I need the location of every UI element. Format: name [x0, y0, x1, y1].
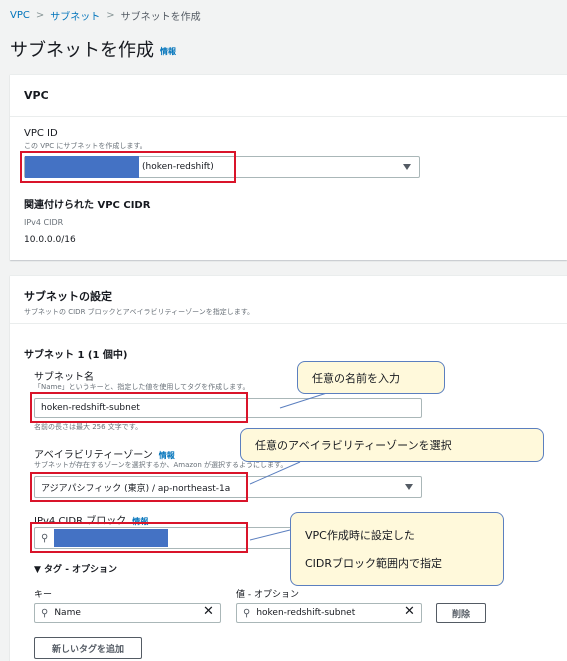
clear-value-icon[interactable]: ✕ — [404, 604, 415, 619]
clear-key-icon[interactable]: ✕ — [203, 604, 214, 619]
tag-value-input[interactable]: ⚲ hoken-redshift-subnet — [236, 603, 422, 623]
highlight-box-vpc — [20, 151, 236, 183]
breadcrumb-subnets[interactable]: サブネット — [50, 8, 100, 23]
chevron-right-icon: > — [35, 10, 45, 21]
tag-key-value: Name — [54, 608, 81, 618]
tag-value-value: hoken-redshift-subnet — [256, 608, 356, 618]
tags-toggle[interactable]: ▼ タグ - オプション — [34, 562, 117, 575]
ipv4-cidr-label: IPv4 CIDR — [24, 218, 64, 227]
subnet-1-title: サブネット 1 (1 個中) — [24, 350, 128, 361]
callout-cidr: VPC作成時に設定した CIDRブロック範囲内で指定 — [290, 512, 504, 586]
vpc-cidr-heading: 関連付けられた VPC CIDR — [24, 200, 151, 211]
subnet-name-label: サブネット名 — [34, 372, 94, 383]
info-link[interactable]: 情報 — [160, 47, 176, 56]
az-info-link[interactable]: 情報 — [159, 451, 175, 460]
highlight-box-az — [30, 472, 248, 502]
ipv4-cidr-value: 10.0.0.0/16 — [24, 235, 76, 245]
chevron-right-icon: > — [106, 10, 115, 21]
callout-name: 任意の名前を入力 — [297, 361, 445, 394]
caret-down-icon — [403, 164, 411, 170]
search-icon: ⚲ — [41, 607, 49, 619]
subnet-panel-title: サブネットの設定 — [24, 290, 112, 303]
subnet-name-description: 「Name」というキーと、指定した値を使用してタグを作成します。 — [34, 383, 250, 391]
breadcrumb-vpc[interactable]: VPC — [10, 10, 30, 21]
tag-key-label: キー — [34, 590, 53, 600]
subnet-name-hint: 名前の長さは最大 256 文字です。 — [34, 423, 143, 431]
az-label: アベイラビリティーゾーン 情報 — [34, 446, 175, 461]
breadcrumb: VPC > サブネット > サブネットを作成 — [10, 8, 201, 23]
remove-tag-button[interactable]: 削除 — [436, 603, 486, 623]
subnet-panel-description: サブネットの CIDR ブロックとアベイラビリティーゾーンを指定します。 — [24, 308, 255, 316]
vpc-id-description: この VPC にサブネットを作成します。 — [24, 142, 147, 150]
subnet-panel-header: サブネットの設定 サブネットの CIDR ブロックとアベイラビリティーゾーンを指… — [10, 276, 567, 324]
tag-key-input[interactable]: ⚲ Name — [34, 603, 221, 623]
callout-cidr-line1: VPC作成時に設定した — [305, 529, 415, 542]
caret-down-icon — [405, 484, 413, 490]
highlight-box-name — [30, 392, 248, 423]
callout-cidr-line2: CIDRブロック範囲内で指定 — [305, 557, 443, 570]
breadcrumb-current: サブネットを作成 — [120, 12, 201, 23]
highlight-box-cidr — [30, 522, 248, 553]
page-title-text: サブネットを作成 — [10, 40, 154, 61]
search-icon: ⚲ — [243, 607, 251, 619]
vpc-id-label: VPC ID — [24, 128, 58, 139]
callout-az: 任意のアベイラビリティーゾーンを選択 — [240, 428, 544, 462]
page-title: サブネットを作成 情報 — [10, 36, 176, 62]
vpc-panel-header: VPC — [10, 75, 567, 117]
add-tag-button[interactable]: 新しいタグを追加 — [34, 637, 142, 659]
tag-value-label: 値 - オプション — [236, 590, 299, 600]
